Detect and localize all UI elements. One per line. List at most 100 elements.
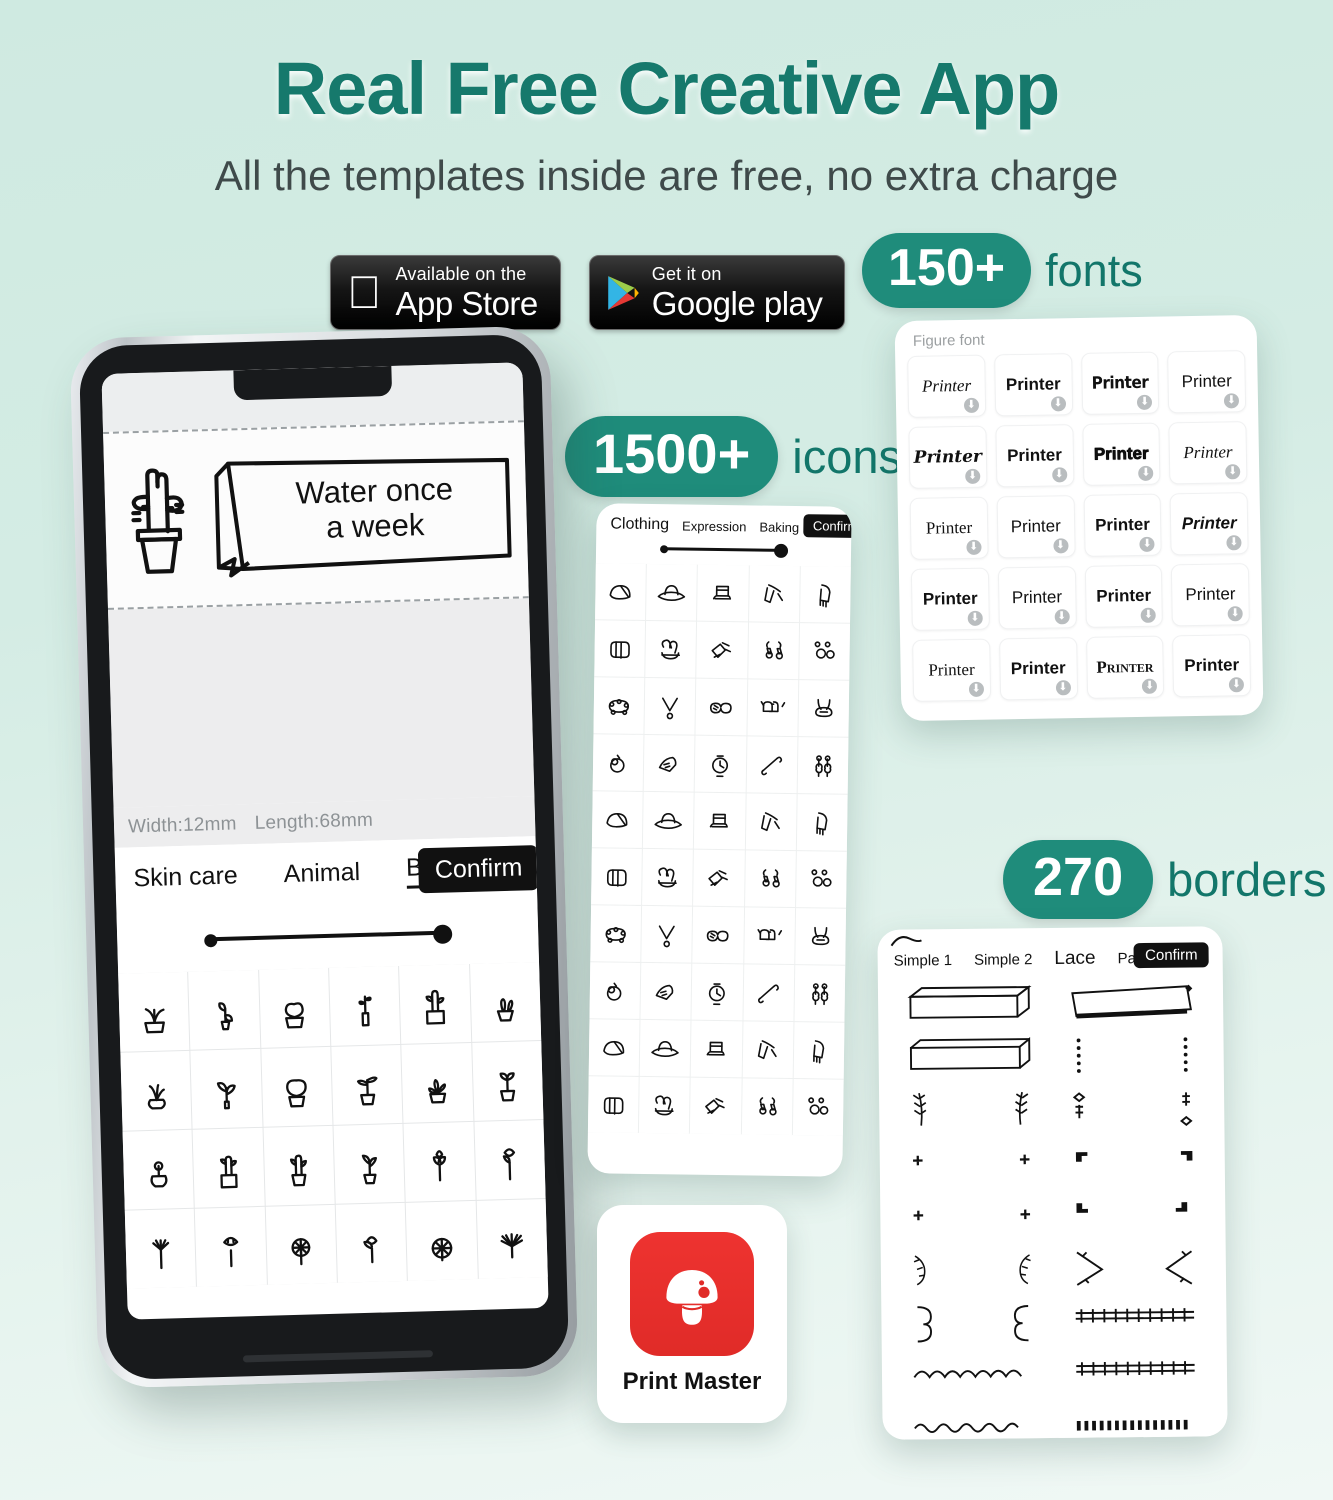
beaded-bracelet-icon[interactable] [593, 677, 645, 734]
bowler-hat-icon[interactable] [697, 564, 749, 622]
ankle-boot-icon[interactable] [744, 850, 796, 908]
monstera-pot-icon[interactable] [190, 1048, 263, 1129]
tulip-icon[interactable] [403, 1121, 476, 1202]
sunflower-icon[interactable] [406, 1200, 478, 1281]
bracket-corner-border[interactable] [1055, 1137, 1212, 1185]
font-cell[interactable]: Printer ⬇ [1083, 493, 1162, 557]
tab-animal[interactable]: Animal [283, 858, 360, 889]
dandelion-seed-icon[interactable] [124, 1208, 197, 1289]
scallop-border[interactable] [895, 1351, 1052, 1399]
thong-icon[interactable] [591, 848, 643, 905]
google-play-badge[interactable]: Get it on Google play [588, 255, 846, 330]
plus-corner-2-border[interactable] [894, 1192, 1050, 1240]
download-icon[interactable]: ⬇ [1140, 607, 1157, 623]
download-icon[interactable]: ⬇ [1138, 465, 1154, 481]
fonts-grid[interactable]: Printer ⬇ Printer ⬇ Printer ⬇ Printer ⬇ Printer ⬇… [895, 350, 1263, 702]
slider-knob-right[interactable] [432, 924, 452, 944]
icons-tab-clothing[interactable]: Clothing [610, 515, 669, 534]
tab-skin-care[interactable]: Skin care [133, 861, 238, 893]
wristwatch-icon[interactable] [695, 735, 747, 793]
download-icon[interactable]: ⬇ [964, 468, 981, 484]
download-icon[interactable]: ⬇ [1137, 394, 1153, 410]
download-icon[interactable]: ⬇ [1055, 680, 1071, 696]
cactus-pot-icon[interactable] [399, 964, 471, 1044]
dandelion-puff-icon[interactable] [265, 1204, 337, 1285]
sock-pair-icon[interactable] [743, 907, 795, 965]
curly-brace-border[interactable] [895, 1298, 1051, 1346]
app-store-badge[interactable]:  Available on the App Store [330, 255, 561, 330]
app-tile[interactable] [630, 1232, 754, 1356]
plus-line-2-border[interactable] [1057, 1349, 1214, 1397]
plant-icon-grid[interactable] [118, 962, 548, 1289]
handbag-icon[interactable] [589, 962, 641, 1019]
agave-vase-icon[interactable] [120, 1050, 192, 1131]
eyeglasses-icon[interactable] [747, 679, 799, 737]
font-cell[interactable]: Printer ⬇ [1080, 351, 1160, 415]
money-plant-pot-icon[interactable] [471, 1041, 544, 1121]
download-icon[interactable]: ⬇ [968, 681, 984, 697]
hatch-border[interactable] [1058, 1402, 1214, 1440]
drop-earrings-icon[interactable] [747, 622, 799, 680]
font-cell[interactable]: Printer ⬇ [997, 566, 1077, 630]
font-cell[interactable]: Printer ⬇ [996, 495, 1076, 559]
borders-panel[interactable]: Simple 1 Simple 2 Lace Pattern Confirm [877, 926, 1228, 1440]
wallet-icon[interactable] [594, 620, 646, 677]
blossom-bush-pot-icon[interactable] [258, 967, 331, 1048]
download-icon[interactable]: ⬇ [1054, 609, 1070, 625]
dandelion-blow-icon[interactable] [476, 1198, 548, 1279]
icons-tab-baking[interactable]: Baking [759, 519, 799, 535]
dangle-earrings-icon[interactable] [797, 737, 849, 794]
icons-grid[interactable] [587, 563, 851, 1136]
gloves-icon[interactable] [696, 621, 748, 679]
aloe-pot-icon[interactable] [118, 971, 190, 1052]
rain-boot-icon[interactable] [590, 905, 642, 962]
font-cell[interactable]: Printer ⬇ [912, 638, 991, 702]
borders-tab-lace[interactable]: Lace [1054, 948, 1095, 970]
slider-knob-left[interactable] [203, 934, 217, 948]
stiletto-icon[interactable] [693, 849, 745, 907]
carnation-icon[interactable] [195, 1206, 267, 1287]
brooch-icon[interactable] [643, 734, 695, 792]
floral-corner-border[interactable] [894, 1245, 1051, 1293]
sprout-pot-icon[interactable] [333, 1123, 405, 1204]
plus-line-border[interactable] [1057, 1296, 1213, 1344]
boxers-icon[interactable] [643, 791, 695, 849]
face-roller-icon[interactable] [587, 1076, 639, 1133]
makeup-palette-icon[interactable] [690, 1077, 742, 1135]
download-icon[interactable]: ⬇ [1227, 606, 1243, 622]
poppy-icon[interactable] [335, 1202, 408, 1283]
jade-roller-icon[interactable] [792, 1079, 844, 1136]
aloe-vera-pot-icon[interactable] [401, 1042, 474, 1123]
app-icon-card[interactable]: Print Master [597, 1205, 787, 1423]
icons-slider-knob-right[interactable] [773, 543, 788, 558]
download-icon[interactable]: ⬇ [1139, 536, 1155, 552]
striped-sock-icon[interactable] [795, 908, 847, 965]
sock-icon[interactable] [692, 906, 744, 964]
sandal-icon[interactable] [795, 851, 847, 908]
download-icon[interactable]: ⬇ [963, 397, 979, 413]
font-cell[interactable]: Printer ⬇ [908, 425, 988, 489]
dotted-vertical-border[interactable] [1054, 1031, 1210, 1079]
font-cell[interactable]: Printer ⬇ [910, 567, 990, 631]
mittens-icon[interactable] [645, 620, 697, 678]
font-cell[interactable]: Printer ⬇ [1168, 421, 1248, 485]
download-icon[interactable]: ⬇ [1223, 393, 1240, 409]
beanie-icon[interactable] [794, 965, 846, 1022]
download-icon[interactable]: ⬇ [1225, 464, 1241, 480]
borders-grid[interactable] [878, 968, 1228, 1440]
sock-tall-icon[interactable] [745, 793, 797, 851]
confirm-button[interactable]: Confirm [418, 845, 540, 894]
sneaker-side-icon[interactable] [796, 794, 848, 851]
icons-confirm-button[interactable]: Confirm [803, 514, 852, 539]
font-cell[interactable]: Printer ⬇ [1169, 492, 1249, 556]
borders-tab-simple-1[interactable]: Simple 1 [894, 952, 953, 970]
bunny-headband-icon[interactable] [798, 680, 850, 737]
fabric-stack-icon[interactable] [742, 1021, 794, 1079]
font-cell[interactable]: Printer ⬇ [909, 496, 989, 560]
font-cell[interactable]: Printer ⬇ [1081, 422, 1161, 486]
face-mask-icon[interactable] [741, 1078, 793, 1136]
twig-vase-icon[interactable] [329, 965, 401, 1046]
download-icon[interactable]: ⬇ [1226, 535, 1242, 551]
download-icon[interactable]: ⬇ [1228, 677, 1245, 693]
fern-corner-border[interactable] [892, 1086, 1049, 1134]
